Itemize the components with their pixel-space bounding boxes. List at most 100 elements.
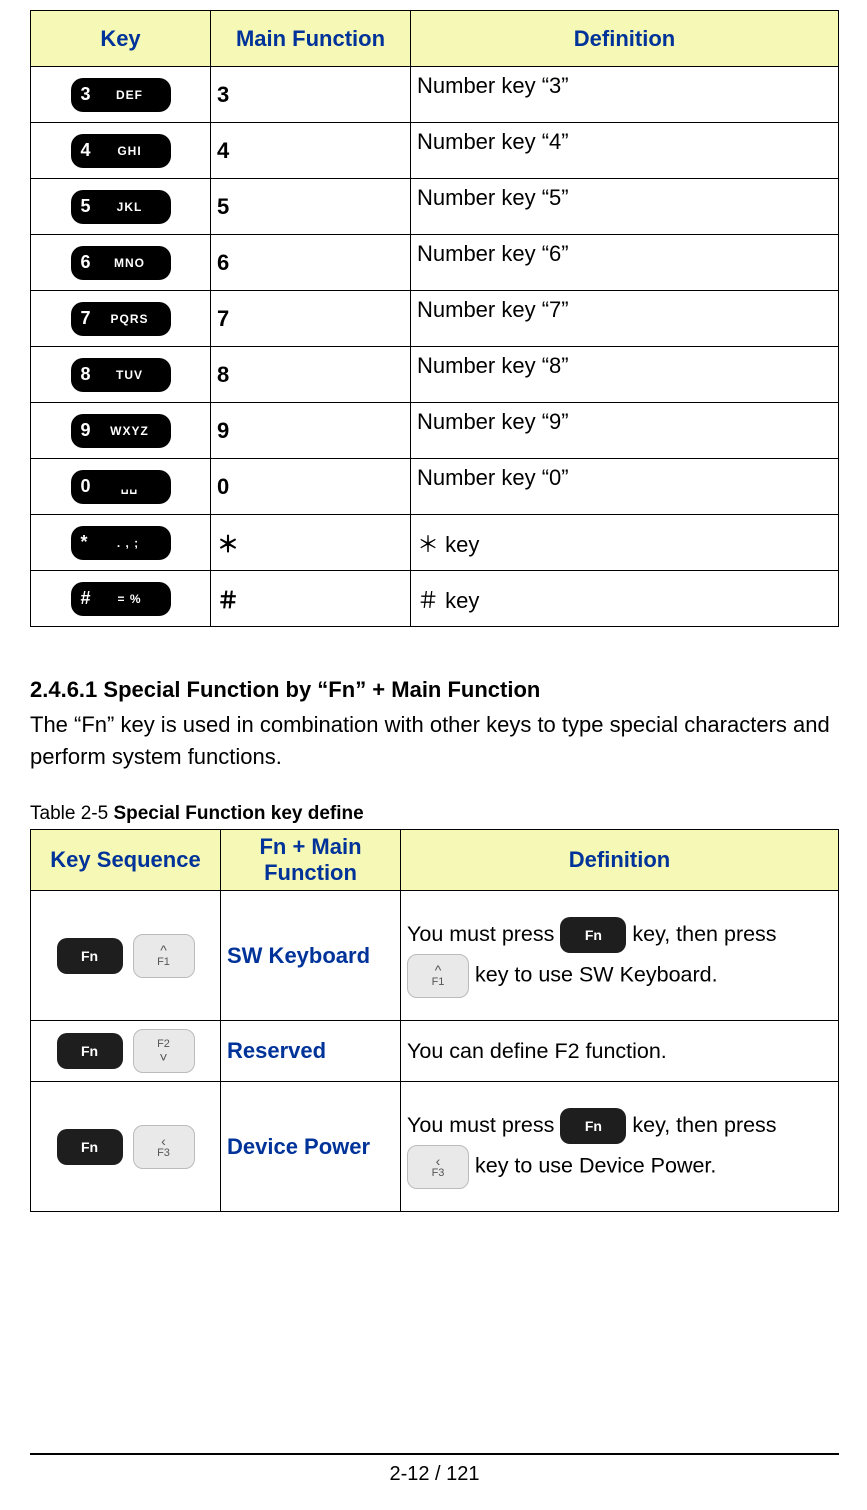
keycap-cell: # = % [31,571,211,627]
definition-cell: Number key “4” [411,123,839,179]
f3-key-label: F3 [432,1168,445,1179]
keycap-cell: 9WXYZ [31,403,211,459]
fn-key-table: Key Sequence Fn + Main Function Definiti… [30,829,839,1212]
phone-key-icon: 8 TUV [71,358,171,392]
keycap-num: 0 [81,476,91,497]
keycap-num: 8 [81,364,91,385]
keycap-num: 6 [81,252,91,273]
t2-row0-def: You must press Fn key, then press ^ F1 k… [401,891,839,1021]
fn-key-icon: Fn [57,1129,123,1165]
f1-key-icon: ^ F1 [407,954,469,998]
f3-key-icon: ‹ F3 [407,1145,469,1189]
definition-cell: Number key “7” [411,291,839,347]
f3-key-label: F3 [157,1148,170,1159]
t2-row0-fn: SW Keyboard [221,891,401,1021]
f3-key-top: ‹ [161,1134,166,1148]
keycap-num: 9 [81,420,91,441]
main-function-cell: 4 [211,123,411,179]
keycap-cell: 0 ␣␣ [31,459,211,515]
f1-key-top: ^ [160,943,167,957]
keycap-num: 3 [81,84,91,105]
t1-header-fn: Main Function [211,11,411,67]
t2-row2-def-c: key to use Device Power. [475,1153,716,1177]
keycap-num: 7 [81,308,91,329]
t1-header-def: Definition [411,11,839,67]
f1-key-label: F1 [157,957,170,968]
main-function-cell: 3 [211,67,411,123]
t2-header-key: Key Sequence [31,830,221,891]
main-function-cell: ＃ [211,571,411,627]
definition-cell: Number key “9” [411,403,839,459]
page-number: 2-12 / 121 [30,1463,839,1486]
keycap-sub: GHI [99,144,161,158]
keycap-sub: JKL [99,200,161,214]
keycap-sub: MNO [99,256,161,270]
fn-key-icon: Fn [560,1108,626,1144]
keycap-sub: = % [99,592,161,606]
keycap-sub: . , ; [96,536,161,550]
keycap-num: 5 [81,196,91,217]
table2-caption-prefix: Table 2-5 [30,803,113,824]
t2-row2-def-a: You must press [407,1113,560,1137]
phone-key-icon: 5 JKL [71,190,171,224]
f2-key-top: F2 [157,1039,170,1050]
section-heading: 2.4.6.1 Special Function by “Fn” + Main … [30,677,839,703]
main-function-cell: ＊ [211,515,411,571]
keycap-cell: 8 TUV [31,347,211,403]
definition-cell: Number key “6” [411,235,839,291]
t2-header-fn: Fn + Main Function [221,830,401,891]
t2-row0-def-b: key, then press [632,922,776,946]
keycap-num: * [81,532,88,553]
main-function-cell: 7 [211,291,411,347]
main-function-cell: 6 [211,235,411,291]
t2-header-def: Definition [401,830,839,891]
f3-key-icon: ‹ F3 [133,1125,195,1169]
main-function-cell: 9 [211,403,411,459]
phone-key-icon: # = % [71,582,171,616]
keycap-sub: PQRS [99,312,161,326]
phone-key-icon: 6 MNO [71,246,171,280]
f2-key-label: ˅ [159,1050,167,1064]
keycap-cell: 5 JKL [31,179,211,235]
definition-cell: Number key “3” [411,67,839,123]
definition-cell: ＊ key [411,515,839,571]
main-key-table: Key Main Function Definition 3DEF3Number… [30,10,839,627]
keycap-sub: ␣␣ [99,480,161,494]
definition-cell: Number key “8” [411,347,839,403]
f1-key-top: ^ [435,963,442,977]
t2-row0-keyseq: Fn ^ F1 [31,891,221,1021]
keycap-sub: TUV [99,368,161,382]
fn-key-icon: Fn [57,1033,123,1069]
fn-key-icon: Fn [560,917,626,953]
main-function-cell: 0 [211,459,411,515]
main-function-cell: 5 [211,179,411,235]
keycap-cell: * . , ; [31,515,211,571]
main-function-cell: 8 [211,347,411,403]
phone-key-icon: 0 ␣␣ [71,470,171,504]
keycap-num: 4 [81,140,91,161]
definition-cell: Number key “0” [411,459,839,515]
section-body: The “Fn” key is used in combination with… [30,709,839,773]
t2-row2-def: You must press Fn key, then press ‹ F3 k… [401,1082,839,1212]
t2-row2-keyseq: Fn ‹ F3 [31,1082,221,1212]
keycap-cell: 6 MNO [31,235,211,291]
t2-row0-def-c: key to use SW Keyboard. [475,962,718,986]
t2-row1-fn: Reserved [221,1021,401,1082]
f1-key-icon: ^ F1 [133,934,195,978]
definition-cell: ＃ key [411,571,839,627]
phone-key-icon: * . , ; [71,526,171,560]
t2-row2-def-b: key, then press [632,1113,776,1137]
page-footer: 2-12 / 121 [30,1413,839,1510]
table2-caption: Table 2-5 Special Function key define [30,803,839,825]
t1-header-key: Key [31,11,211,67]
f3-key-top: ‹ [436,1154,441,1168]
keycap-num: # [81,588,91,609]
f2-key-icon: F2 ˅ [133,1029,195,1073]
definition-cell: Number key “5” [411,179,839,235]
keycap-cell: 4 GHI [31,123,211,179]
t2-row0-def-a: You must press [407,922,560,946]
keycap-cell: 3 DEF [31,67,211,123]
keycap-sub: DEF [99,88,161,102]
table2-caption-bold: Special Function key define [113,803,363,824]
t2-row1-keyseq: Fn F2 ˅ [31,1021,221,1082]
